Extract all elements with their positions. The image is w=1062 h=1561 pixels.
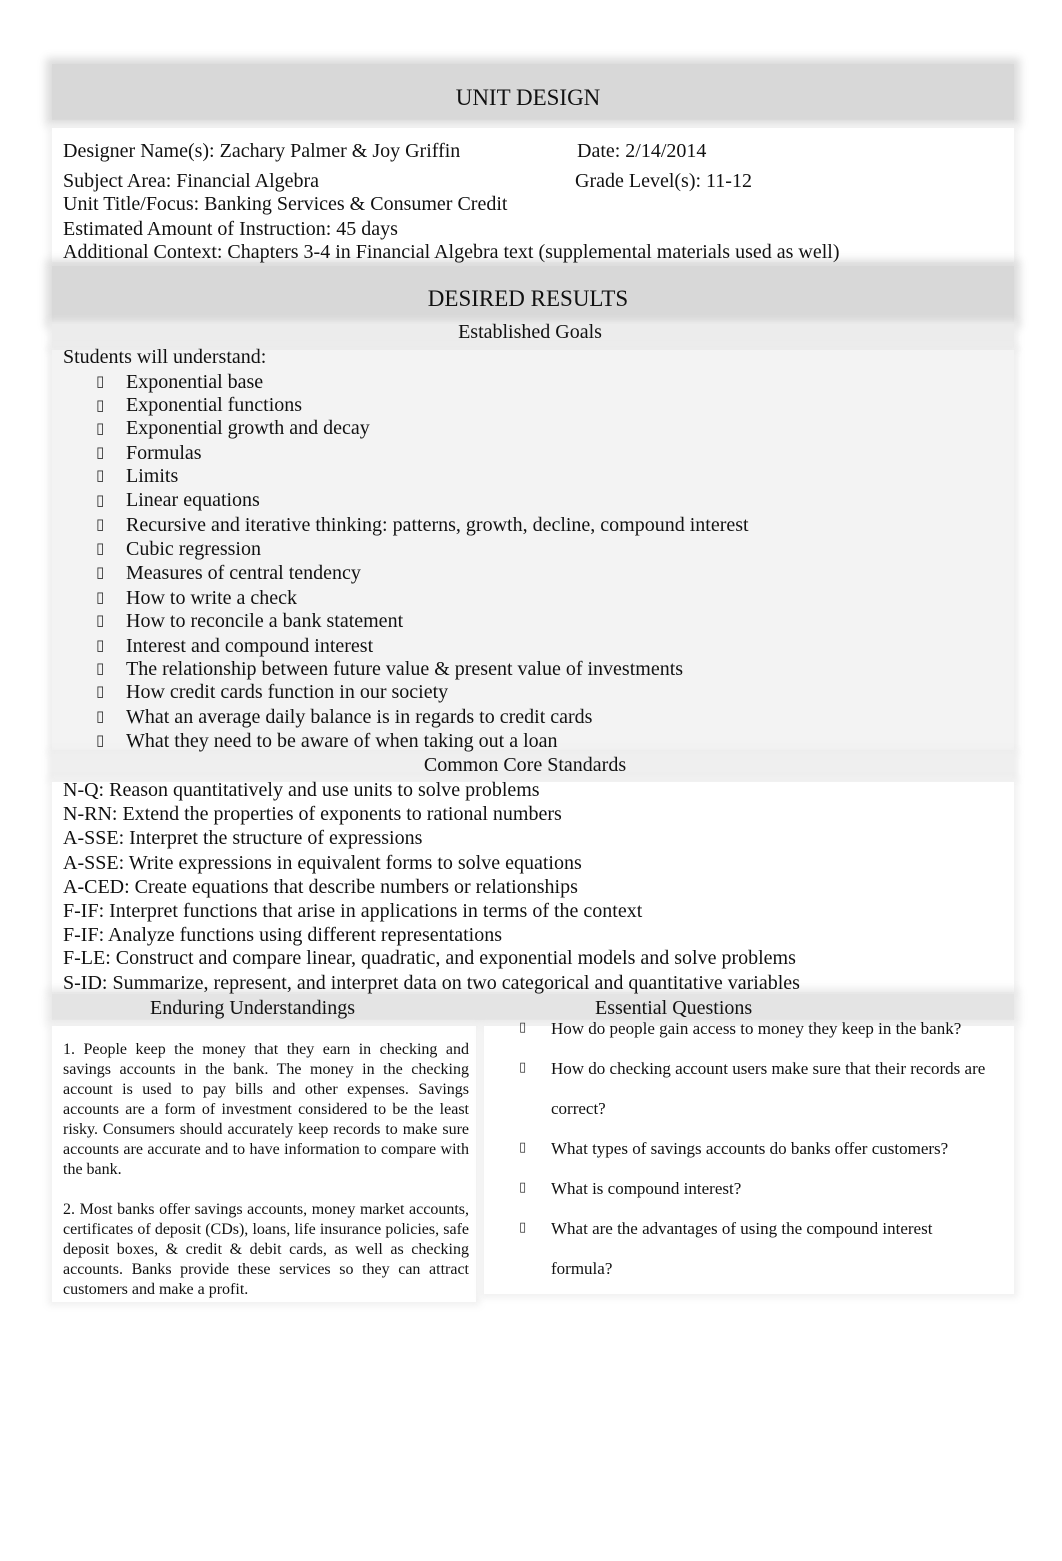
students-will-understand: Students will understand: (63, 346, 267, 368)
square-bullet-icon: ▯ (96, 682, 105, 700)
designer-names: Designer Name(s): Zachary Palmer & Joy G… (63, 140, 461, 162)
goal-text: Exponential growth and decay (126, 417, 370, 439)
square-bullet-icon: ▯ (96, 443, 105, 461)
standard-item: N-Q: Reason quantitatively and use units… (63, 779, 540, 801)
square-bullet-icon: ▯ (519, 1060, 527, 1075)
goal-text: Measures of central tendency (126, 562, 361, 584)
square-bullet-icon: ▯ (96, 396, 105, 414)
goal-text: How to reconcile a bank statement (126, 610, 404, 632)
standard-item: F-LE: Construct and compare linear, quad… (63, 947, 796, 969)
question-text-continued: correct? (551, 1099, 606, 1118)
square-bullet-icon: ▯ (96, 563, 105, 581)
established-goals-heading: Established Goals (458, 321, 602, 343)
goal-text: How to write a check (126, 587, 298, 609)
goal-text: Cubic regression (126, 538, 261, 560)
standard-item: A-SSE: Interpret the structure of expres… (63, 827, 423, 849)
goal-text: Linear equations (126, 489, 260, 511)
unit-title: Unit Title/Focus: Banking Services & Con… (63, 193, 508, 215)
square-bullet-icon: ▯ (519, 1220, 527, 1235)
question-text: What are the advantages of using the com… (551, 1219, 933, 1238)
subject-area: Subject Area: Financial Algebra (63, 170, 320, 192)
square-bullet-icon: ▯ (519, 1140, 527, 1155)
grade-levels: Grade Level(s): 11-12 (575, 170, 752, 192)
square-bullet-icon: ▯ (96, 707, 105, 725)
desired-results-title: DESIRED RESULTS (427, 286, 629, 311)
square-bullet-icon: ▯ (96, 731, 105, 749)
square-bullet-icon: ▯ (96, 611, 105, 629)
instruction-amount: Estimated Amount of Instruction: 45 days (63, 218, 398, 240)
additional-context: Additional Context: Chapters 3-4 in Fina… (63, 241, 840, 263)
date: Date: 2/14/2014 (577, 140, 707, 162)
goal-text: Exponential functions (126, 394, 303, 416)
enduring-understandings-heading: Enduring Understandings (150, 997, 355, 1019)
square-bullet-icon: ▯ (96, 515, 105, 533)
enduring-understanding-1: 1. People keep the money that they earn … (63, 1041, 469, 1178)
square-bullet-icon: ▯ (96, 372, 105, 390)
square-bullet-icon: ▯ (519, 1180, 527, 1195)
goal-text: How credit cards function in our society (126, 681, 449, 703)
common-core-heading: Common Core Standards (423, 754, 627, 776)
goal-text: What an average daily balance is in rega… (126, 706, 593, 728)
goal-text: Exponential base (126, 371, 264, 393)
square-bullet-icon: ▯ (96, 588, 105, 606)
question-text: What types of savings accounts do banks … (551, 1139, 949, 1158)
square-bullet-icon: ▯ (96, 466, 105, 484)
goal-text: Formulas (126, 442, 202, 464)
question-text: How do people gain access to money they … (551, 1019, 962, 1038)
standard-item: A-CED: Create equations that describe nu… (63, 876, 578, 898)
square-bullet-icon: ▯ (96, 539, 105, 557)
goal-text: Limits (126, 465, 179, 487)
square-bullet-icon: ▯ (96, 419, 105, 437)
goal-text: Interest and compound interest (126, 635, 374, 657)
essential-questions-heading: Essential Questions (595, 997, 753, 1019)
standard-item: A-SSE: Write expressions in equivalent f… (63, 852, 582, 874)
square-bullet-icon: ▯ (96, 491, 105, 509)
standard-item: S-ID: Summarize, represent, and interpre… (63, 972, 800, 994)
standard-item: F-IF: Interpret functions that arise in … (63, 900, 643, 922)
square-bullet-icon: ▯ (519, 1020, 527, 1035)
goal-text: The relationship between future value & … (126, 658, 684, 680)
enduring-understanding-2: 2. Most banks offer savings accounts, mo… (63, 1201, 469, 1298)
standard-item: F-IF: Analyze functions using different … (63, 924, 502, 946)
question-text: What is compound interest? (551, 1179, 742, 1198)
square-bullet-icon: ▯ (96, 659, 105, 677)
page-title: UNIT DESIGN (455, 85, 601, 110)
question-text: How do checking account users make sure … (551, 1059, 986, 1078)
question-text-continued: formula? (551, 1259, 613, 1278)
goal-text: Recursive and iterative thinking: patter… (126, 514, 749, 536)
goal-text: What they need to be aware of when takin… (126, 730, 558, 752)
standard-item: N-RN: Extend the properties of exponents… (63, 803, 562, 825)
square-bullet-icon: ▯ (96, 636, 105, 654)
